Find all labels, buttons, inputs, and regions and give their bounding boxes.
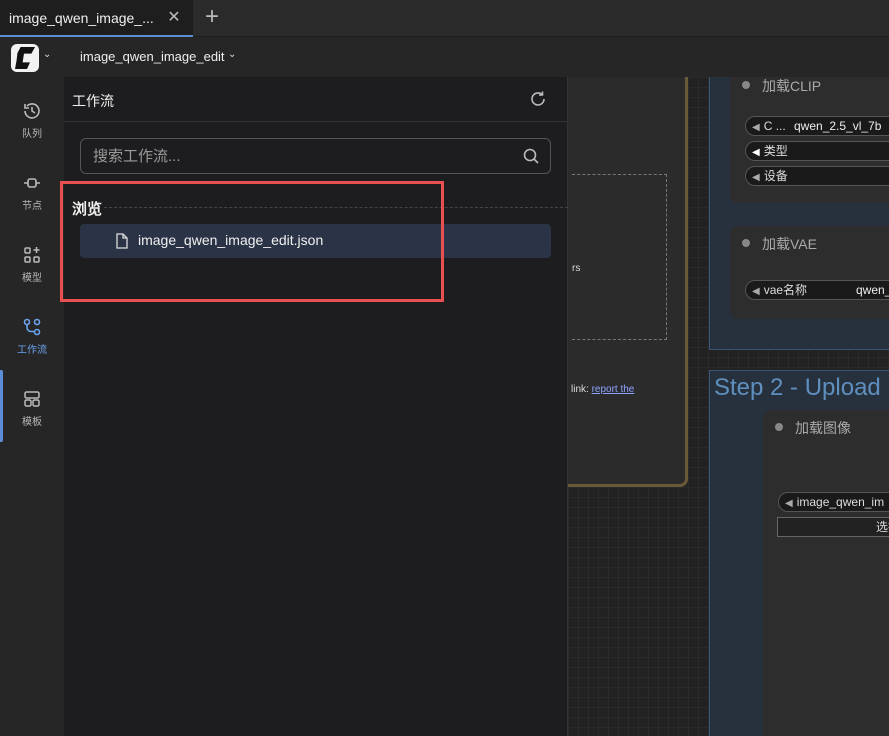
node-status-dot [742, 239, 750, 247]
widget-value: image_qwen_im [796, 495, 885, 509]
load-clip-node[interactable]: 加载CLIP ◀ C ... qwen_2.5_vl_7b ◀ 类型 ◀ 设备 [730, 77, 889, 203]
template-icon [24, 391, 40, 407]
graph-canvas[interactable]: rs link: report the 加载CLIP ◀ C ... qwen_2.… [568, 77, 889, 736]
sidebar-item-label: 节点 [22, 201, 42, 212]
choose-file-button[interactable]: 选择 [777, 517, 889, 537]
highlight-box [60, 181, 444, 302]
sidebar: 队列 节点 模型 工作流 模板 [0, 77, 64, 736]
load-image-node[interactable]: 加载图像 ◀image_qwen_im 选择 [763, 410, 889, 736]
clip-name-widget[interactable]: ◀ C ... qwen_2.5_vl_7b [745, 116, 889, 136]
node-icon [24, 178, 40, 188]
close-icon[interactable]: ✕ [165, 9, 183, 27]
note-link-prefix: link: [571, 384, 592, 395]
workflow-panel: 工作流 浏览 image_qwen_image_edit.json [64, 77, 568, 736]
widget-value: qwen_ [856, 283, 889, 297]
search-input[interactable] [93, 139, 513, 173]
arrow-left-icon: ◀ [752, 172, 760, 183]
report-link[interactable]: report the [592, 384, 635, 395]
widget-value: qwen_2.5_vl_7b [794, 119, 882, 133]
widget-label: 类型 [763, 144, 788, 158]
widget-label: 设备 [763, 169, 788, 183]
widget-label: C ... [763, 119, 786, 133]
workflow-name[interactable]: image_qwen_image_edit [80, 49, 225, 64]
group-step1[interactable]: 加载CLIP ◀ C ... qwen_2.5_vl_7b ◀ 类型 ◀ 设备 加载VA… [709, 77, 889, 350]
node-title: 加载VAE [762, 236, 817, 252]
arrow-left-icon: ◀ [752, 122, 760, 133]
load-vae-node[interactable]: 加载VAE ◀ vae名称 qwen_ [730, 226, 889, 319]
model-icon [24, 247, 40, 263]
tab-workflow[interactable]: image_qwen_image_... ✕ [0, 0, 193, 37]
plus-icon[interactable]: + [201, 5, 223, 30]
sidebar-item-nodes[interactable]: 节点 [0, 161, 64, 221]
search-icon[interactable] [522, 147, 540, 165]
note-link-line: link: report the [571, 384, 634, 395]
arrow-left-icon: ◀ [752, 147, 760, 158]
node-title: 加载CLIP [762, 78, 822, 94]
node-status-dot [775, 423, 783, 431]
arrow-left-icon: ◀ [785, 498, 793, 509]
clip-device-widget[interactable]: ◀ 设备 [745, 166, 889, 186]
node-status-dot [742, 81, 750, 89]
widget-label: vae名称 [763, 283, 808, 297]
app-logo-icon[interactable] [11, 44, 39, 72]
note-text: rs [572, 263, 581, 274]
note-node[interactable]: rs link: report the [568, 77, 688, 487]
app-root: image_qwen_image_... ✕ + ⌄ image_qwen_im… [0, 0, 889, 736]
sidebar-item-models[interactable]: 模型 [0, 233, 64, 293]
chevron-down-icon[interactable]: ⌄ [43, 49, 51, 60]
tab-bar: image_qwen_image_... ✕ + [0, 0, 889, 37]
image-file-widget[interactable]: ◀ image_qwen_im [778, 492, 889, 512]
divider [64, 121, 568, 122]
clip-type-widget[interactable]: ◀ 类型 [745, 141, 889, 161]
group-title: Step 2 - Upload [714, 374, 881, 401]
workflow-icon [23, 318, 41, 336]
refresh-icon[interactable] [529, 90, 547, 108]
note-content-box [572, 174, 667, 340]
sidebar-item-label: 模板 [22, 417, 42, 428]
sidebar-item-templates[interactable]: 模板 [0, 377, 64, 437]
chevron-down-icon[interactable]: ⌄ [228, 49, 236, 60]
sidebar-item-workflows[interactable]: 工作流 [0, 305, 64, 365]
tab-title: image_qwen_image_... [9, 9, 154, 26]
arrow-left-icon: ◀ [752, 286, 760, 297]
panel-title: 工作流 [72, 93, 114, 109]
sidebar-item-label: 模型 [22, 273, 42, 284]
sidebar-item-label: 工作流 [17, 345, 47, 356]
search-box [80, 138, 551, 174]
vae-name-widget[interactable]: ◀ vae名称 qwen_ [745, 280, 889, 300]
node-title: 加载图像 [795, 420, 851, 436]
sidebar-item-label: 队列 [22, 129, 42, 140]
history-icon [24, 103, 40, 119]
sidebar-item-queue[interactable]: 队列 [0, 89, 64, 149]
